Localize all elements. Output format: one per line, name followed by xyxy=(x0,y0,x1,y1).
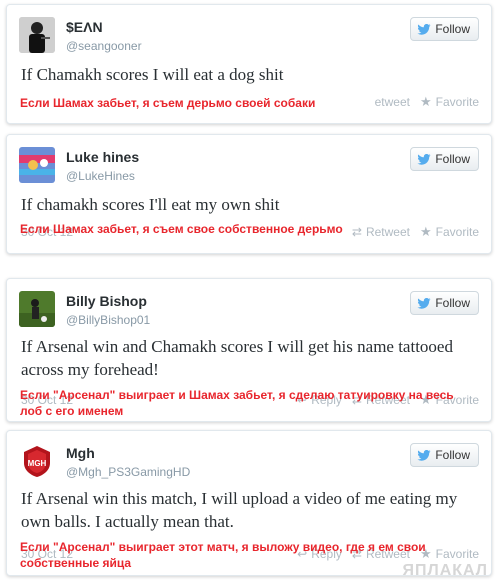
tweet-card: MGH Mgh @Mgh_PS3GamingHD Follow If Arsen… xyxy=(6,430,492,576)
follow-button[interactable]: Follow xyxy=(410,17,479,41)
favorite-label: Favorite xyxy=(435,95,479,109)
retweet-label: Retweet xyxy=(365,225,410,239)
tweet-card: Luke hines @LukeHines Follow If chamakh … xyxy=(6,134,492,254)
translation-caption: Если "Арсенал" выиграет этот матч, я выл… xyxy=(20,540,426,570)
user-name[interactable]: Billy Bishop xyxy=(66,293,147,309)
tweet-text: If Arsenal win this match, I will upload… xyxy=(21,489,458,531)
user-name[interactable]: $EΛN xyxy=(66,19,103,35)
follow-button[interactable]: Follow xyxy=(410,291,479,315)
tweet-actions: etweet ★ Favorite xyxy=(375,95,479,109)
retweet-icon: ⇄ xyxy=(351,225,362,239)
follow-label: Follow xyxy=(435,296,470,310)
follow-button[interactable]: Follow xyxy=(410,147,479,171)
tweet-text: If Chamakh scores I will eat a dog shit xyxy=(21,65,284,84)
tweet-card: Billy Bishop @BillyBishop01 Follow If Ar… xyxy=(6,278,492,422)
user-handle[interactable]: @Mgh_PS3GamingHD xyxy=(66,465,190,479)
translation-caption: Если "Арсенал" выиграет и Шамах забьет, … xyxy=(20,388,454,418)
user-handle[interactable]: @seangooner xyxy=(66,39,142,53)
tweet-text: If chamakh scores I'll eat my own shit xyxy=(21,195,280,214)
favorite-label: Favorite xyxy=(435,225,479,239)
twitter-bird-icon xyxy=(417,23,431,35)
twitter-bird-icon xyxy=(417,153,431,165)
tweet-text: If Arsenal win and Chamakh scores I will… xyxy=(21,337,453,379)
avatar[interactable] xyxy=(19,147,55,183)
retweet-action[interactable]: ⇄ Retweet xyxy=(352,225,410,239)
follow-label: Follow xyxy=(435,448,470,462)
avatar[interactable] xyxy=(19,17,55,53)
tweet-card: $EΛN @seangooner Follow If Chamakh score… xyxy=(6,4,492,124)
user-name[interactable]: Mgh xyxy=(66,445,95,461)
watermark: ЯПЛАКАЛ xyxy=(402,562,488,579)
follow-label: Follow xyxy=(435,22,470,36)
twitter-bird-icon xyxy=(417,297,431,309)
star-icon: ★ xyxy=(419,94,432,109)
twitter-bird-icon xyxy=(417,449,431,461)
svg-text:MGH: MGH xyxy=(28,459,47,468)
user-handle[interactable]: @LukeHines xyxy=(66,169,135,183)
retweet-label: etweet xyxy=(374,95,410,109)
follow-label: Follow xyxy=(435,152,470,166)
star-icon: ★ xyxy=(419,224,432,239)
user-handle[interactable]: @BillyBishop01 xyxy=(66,313,150,327)
avatar[interactable] xyxy=(19,291,55,327)
tweet-actions: ⇄ Retweet ★ Favorite xyxy=(352,225,479,239)
follow-button[interactable]: Follow xyxy=(410,443,479,467)
user-name[interactable]: Luke hines xyxy=(66,149,139,165)
translation-caption: Если Шамах забьет, я съем свое собственн… xyxy=(20,222,343,236)
favorite-action[interactable]: ★ Favorite xyxy=(420,95,479,109)
favorite-action[interactable]: ★ Favorite xyxy=(420,225,479,239)
translation-caption: Если Шамах забьет, я съем дерьмо своей с… xyxy=(20,96,316,110)
avatar[interactable]: MGH xyxy=(19,443,55,479)
retweet-action[interactable]: etweet xyxy=(375,95,410,109)
